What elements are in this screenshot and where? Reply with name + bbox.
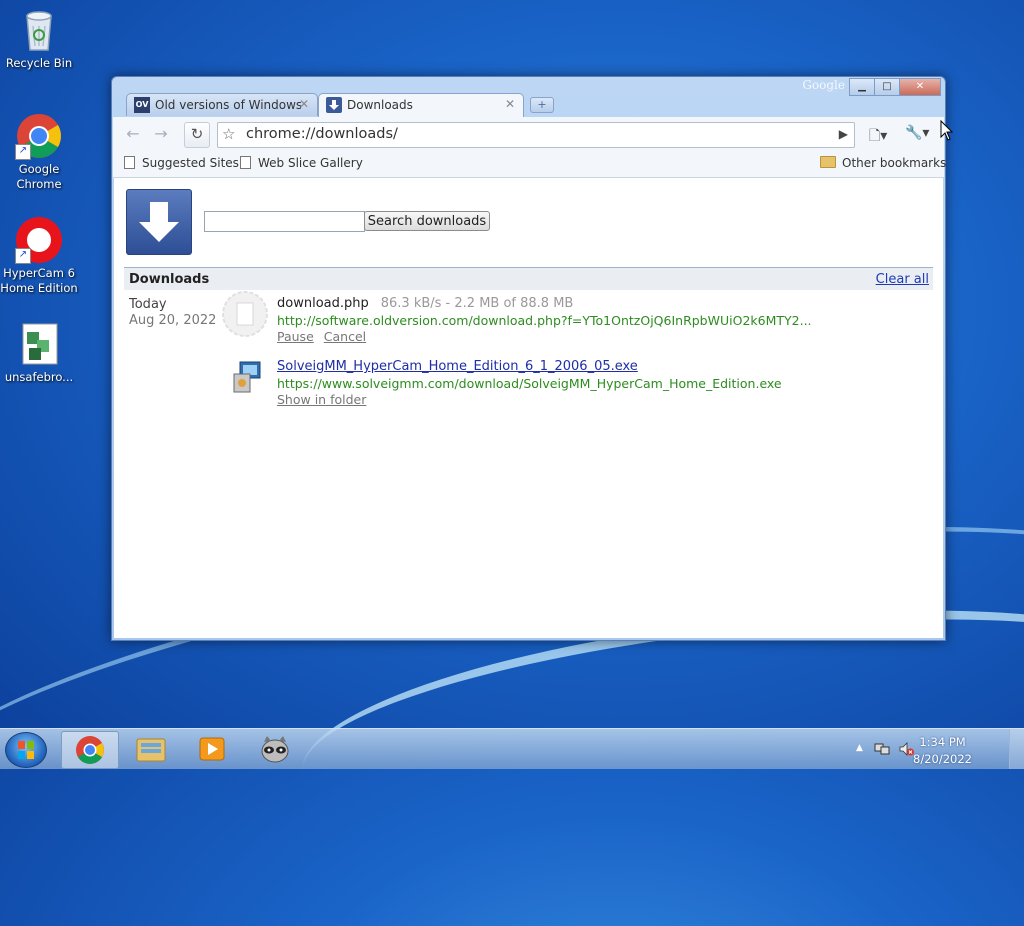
desktop-icon-label: HyperCam 6 [3, 266, 75, 280]
other-bookmarks[interactable]: Other bookmarks [820, 156, 946, 170]
desktop-icon-label-line2: Chrome [16, 177, 62, 191]
windows-logo-icon [18, 741, 34, 759]
bookmark-web-slice-gallery[interactable]: Web Slice Gallery [240, 156, 363, 170]
bookmark-label: Other bookmarks [842, 156, 947, 170]
show-in-folder-link[interactable]: Show in folder [277, 392, 366, 407]
mouse-cursor-icon [940, 119, 954, 145]
taskbar-chrome[interactable] [61, 731, 119, 769]
download-url[interactable]: https://www.solveigmm.com/download/Solve… [277, 376, 782, 391]
minimize-button[interactable]: ▁ [849, 78, 875, 96]
address-url: chrome://downloads/ [246, 126, 398, 142]
download-status: 86.3 kB/s - 2.2 MB of 88.8 MB [380, 296, 574, 311]
folder-icon [136, 738, 166, 762]
date-full: Aug 20, 2022 [129, 313, 217, 328]
oldversion-favicon-icon: OV [134, 97, 150, 113]
bookmark-star-icon[interactable]: ☆ [222, 125, 235, 143]
desktop-icon-unsafebrowser[interactable]: unsafebro... [0, 320, 78, 385]
tab-label: Downloads [347, 98, 413, 112]
clock-date: 8/20/2022 [913, 752, 972, 766]
go-icon[interactable]: ▶ [839, 127, 848, 141]
page-icon [124, 156, 135, 169]
taskbar: ▲ 1:34 PM 8/20/2022 [0, 728, 1024, 769]
hypercam-icon: ↗ [15, 216, 63, 264]
downloads-page: Search downloads Downloads Clear all Tod… [114, 178, 943, 638]
filename-text: download.php [277, 296, 369, 311]
desktop-icon-label: Google [18, 162, 60, 176]
shortcut-arrow-icon: ↗ [15, 248, 31, 264]
system-tray: ▲ 1:34 PM 8/20/2022 [854, 729, 1024, 769]
bookmark-label: Web Slice Gallery [258, 156, 363, 170]
desktop-icon-label-line2: Home Edition [0, 281, 78, 295]
desktop-icon-hypercam[interactable]: ↗ HyperCam 6 Home Edition [0, 216, 78, 296]
tab-label: Old versions of Windows,... [155, 98, 301, 112]
chrome-icon [76, 736, 104, 764]
search-downloads-input[interactable] [204, 211, 365, 232]
taskbar-media-player[interactable] [184, 731, 240, 767]
page-menu-button[interactable]: 🗋▾ [869, 125, 887, 149]
installer-file-icon [230, 360, 270, 400]
clock[interactable]: 1:34 PM 8/20/2022 [913, 734, 972, 768]
tab-close-icon[interactable]: ✕ [299, 97, 309, 111]
volume-muted-icon[interactable] [898, 741, 914, 757]
taskbar-explorer[interactable] [123, 731, 179, 767]
start-button[interactable] [5, 732, 47, 768]
shortcut-arrow-icon: ↗ [15, 144, 31, 160]
raccoon-icon [261, 736, 289, 763]
download-filename[interactable]: download.php 86.3 kB/s - 2.2 MB of 88.8 M… [277, 296, 573, 311]
maximize-button[interactable]: □ [874, 78, 900, 96]
desktop-icon-label: Recycle Bin [5, 56, 73, 70]
installer-icon [15, 320, 63, 368]
tray-overflow-arrow[interactable]: ▲ [856, 743, 863, 753]
desktop-icon-recycle-bin[interactable]: Recycle Bin [0, 6, 78, 71]
wrench-menu-button[interactable]: 🔧▾ [905, 125, 929, 141]
tab-downloads[interactable]: Downloads ✕ [318, 93, 524, 117]
download-actions: Show in folder [277, 392, 376, 407]
tab-close-icon[interactable]: ✕ [505, 97, 515, 111]
close-window-button[interactable]: ✕ [899, 78, 941, 96]
downloads-header: Downloads Clear all [124, 267, 933, 290]
tab-old-versions[interactable]: OV Old versions of Windows,... ✕ [126, 93, 318, 116]
media-player-icon [199, 737, 225, 761]
bookmarks-bar: Suggested Sites Web Slice Gallery Other … [113, 151, 946, 178]
date-today: Today [129, 297, 167, 312]
page-icon [240, 156, 251, 169]
reload-button[interactable]: ↻ [184, 122, 210, 148]
navigation-toolbar: ← → ↻ ☆ chrome://downloads/ ▶ 🗋▾ 🔧▾ [113, 117, 944, 151]
address-bar[interactable]: ☆ chrome://downloads/ ▶ [217, 122, 855, 148]
search-downloads-button[interactable]: Search downloads [364, 211, 490, 231]
downloads-header-title: Downloads [129, 272, 210, 287]
show-desktop-button[interactable] [1009, 729, 1024, 769]
desktop-icon-google-chrome[interactable]: ↗ Google Chrome [0, 112, 78, 192]
clear-all-link[interactable]: Clear all [876, 272, 929, 287]
download-url[interactable]: http://software.oldversion.com/download.… [277, 313, 812, 328]
pause-link[interactable]: Pause [277, 329, 314, 344]
progress-file-icon [222, 291, 268, 337]
chrome-icon: ↗ [15, 112, 63, 160]
downloads-logo-icon [126, 189, 192, 255]
browser-window: Google ▁ □ ✕ OV Old versions of Windows,… [111, 76, 946, 641]
desktop-icon-label: unsafebro... [4, 370, 74, 384]
new-tab-button[interactable]: + [530, 97, 554, 113]
cancel-link[interactable]: Cancel [324, 329, 366, 344]
folder-icon [820, 156, 836, 168]
download-actions: Pause Cancel [277, 329, 376, 344]
bookmark-suggested-sites[interactable]: Suggested Sites [124, 156, 239, 170]
bookmark-label: Suggested Sites [142, 156, 239, 170]
downloads-favicon-icon [326, 97, 342, 113]
network-icon[interactable] [874, 741, 890, 757]
back-button[interactable]: ← [121, 123, 145, 145]
forward-button[interactable]: → [149, 123, 173, 145]
taskbar-hypercam[interactable] [247, 731, 303, 767]
window-brand: Google [802, 78, 845, 92]
download-filename-link[interactable]: SolveigMM_HyperCam_Home_Edition_6_1_2006… [277, 359, 638, 374]
clock-time: 1:34 PM [919, 735, 966, 749]
recycle-bin-icon [15, 6, 63, 54]
